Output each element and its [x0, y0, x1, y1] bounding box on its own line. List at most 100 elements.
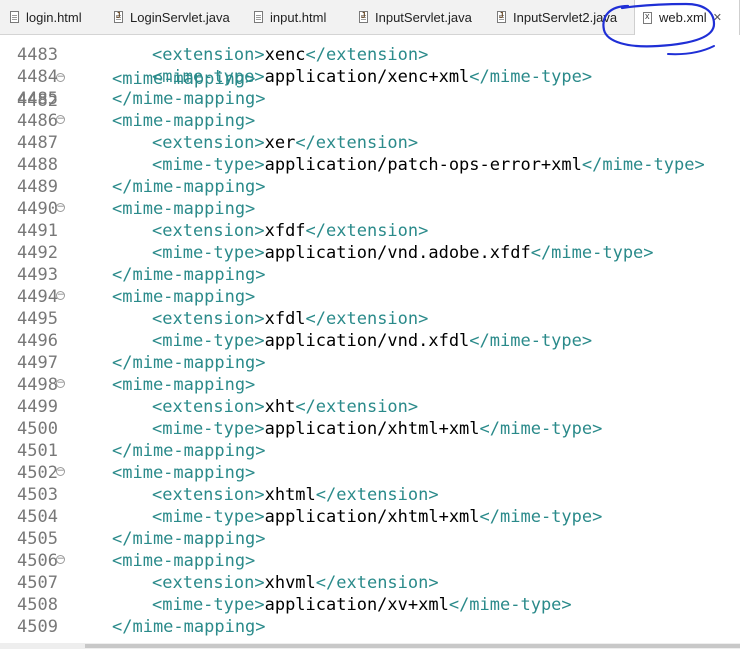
xml-open-tag: <mime-type> [152, 419, 265, 439]
code-content: </mime-mapping> [112, 440, 266, 462]
code-content: <mime-type>application/vnd.adobe.xfdf</m… [152, 242, 654, 264]
tab-web-xml[interactable]: web.xml ✕ [634, 0, 740, 35]
line-number: 4485 [17, 89, 58, 109]
line-gutter: 4495 [0, 308, 72, 330]
code-line: 4494− <mime-mapping> [0, 286, 740, 308]
xml-open-tag: <extension> [152, 573, 265, 593]
xml-open-tag: </mime-mapping> [112, 441, 266, 461]
html-file-icon [254, 11, 263, 23]
line-gutter: 4504 [0, 506, 72, 528]
xml-open-tag: <extension> [152, 485, 265, 505]
line-gutter: 4496 [0, 330, 72, 352]
line-gutter: 4492 [0, 242, 72, 264]
line-gutter: 4502− [0, 462, 72, 484]
close-icon[interactable]: ✕ [713, 11, 722, 24]
line-gutter: 4501 [0, 440, 72, 462]
code-line: 4508 <mime-type>application/xv+xml</mime-… [0, 594, 740, 616]
line-number: 4486 [17, 111, 58, 131]
xml-close-tag: </extension> [295, 133, 419, 153]
tab-input-html[interactable]: input.html [254, 0, 354, 34]
xml-close-tag: </mime-type> [479, 419, 603, 439]
code-editor[interactable]: 4482 − <mime-mapping> 4483 <extension>xen… [0, 35, 740, 643]
line-number: 4495 [17, 309, 58, 329]
line-gutter: 4494− [0, 286, 72, 308]
xml-open-tag: <mime-type> [152, 507, 265, 527]
xml-open-tag: <mime-mapping> [112, 111, 256, 131]
code-line: 4499 <extension>xht</extension> [0, 396, 740, 418]
code-content: <extension>xfdf</extension> [152, 220, 428, 242]
xml-open-tag: <mime-mapping> [112, 287, 256, 307]
tab-inputservlet2-java[interactable]: InputServlet2.java [497, 0, 632, 34]
tab-label: InputServlet.java [375, 9, 472, 25]
xml-open-tag: </mime-mapping> [112, 353, 266, 373]
xml-open-tag: <mime-mapping> [112, 199, 256, 219]
xml-close-tag: </extension> [305, 221, 429, 241]
code-line: 4498− <mime-mapping> [0, 374, 740, 396]
line-number: 4494 [17, 287, 58, 307]
line-gutter: 4493 [0, 264, 72, 286]
xml-open-tag: <mime-type> [152, 595, 265, 615]
code-content: <extension>xenc</extension> [152, 44, 428, 66]
code-line: 4491 <extension>xfdf</extension> [0, 220, 740, 242]
fold-toggle-icon[interactable]: − [56, 555, 65, 564]
line-gutter: 4508 [0, 594, 72, 616]
code-line: 4489 </mime-mapping> [0, 176, 740, 198]
horizontal-scrollbar[interactable] [0, 643, 740, 649]
fold-toggle-icon[interactable]: − [56, 291, 65, 300]
code-content: </mime-mapping> [112, 88, 266, 110]
xml-close-tag: </extension> [295, 397, 419, 417]
fold-toggle-icon[interactable]: − [56, 203, 65, 212]
code-line: 4504 <mime-type>application/xhtml+xml</mi… [0, 506, 740, 528]
code-content: </mime-mapping> [112, 352, 266, 374]
tab-loginservlet-java[interactable]: LoginServlet.java [114, 0, 249, 34]
fold-toggle-icon[interactable]: − [56, 467, 65, 476]
html-file-icon [10, 11, 19, 23]
line-gutter: 4500 [0, 418, 72, 440]
xml-open-tag: </mime-mapping> [112, 617, 266, 637]
line-gutter: 4491 [0, 220, 72, 242]
xml-close-tag: </mime-type> [581, 155, 705, 175]
code-content: <mime-mapping> [112, 462, 255, 484]
xml-text-value: xhvml [264, 573, 316, 593]
xml-open-tag: <extension> [152, 397, 265, 417]
line-number: 4506 [17, 551, 58, 571]
line-number: 4503 [17, 485, 58, 505]
xml-open-tag: </mime-mapping> [112, 529, 266, 549]
line-gutter: 4506− [0, 550, 72, 572]
code-line: 4496 <mime-type>application/vnd.xfdl</mim… [0, 330, 740, 352]
code-content: <mime-type>application/patch-ops-error+x… [152, 154, 705, 176]
tab-login-html[interactable]: login.html [10, 0, 110, 34]
code-content: </mime-mapping> [112, 616, 266, 638]
code-content: <extension>xer</extension> [152, 132, 418, 154]
code-line: 4493 </mime-mapping> [0, 264, 740, 286]
line-number: 4491 [17, 221, 58, 241]
line-gutter: 4489 [0, 176, 72, 198]
code-content: </mime-mapping> [112, 176, 266, 198]
xml-open-tag: <mime-type> [152, 67, 265, 87]
xml-open-tag: <extension> [152, 45, 265, 65]
line-number: 4502 [17, 463, 58, 483]
code-content: <mime-type>application/vnd.xfdl</mime-ty… [152, 330, 592, 352]
code-content: </mime-mapping> [112, 528, 266, 550]
scrollbar-thumb[interactable] [85, 644, 740, 648]
fold-toggle-icon[interactable]: − [56, 115, 65, 124]
xml-file-icon [643, 11, 652, 24]
tab-label: login.html [26, 9, 82, 25]
code-line: 4487 <extension>xer</extension> [0, 132, 740, 154]
xml-text-value: xhtml [264, 485, 316, 505]
line-gutter: 4509 [0, 616, 72, 638]
line-gutter: 4503 [0, 484, 72, 506]
line-number: 4499 [17, 397, 58, 417]
fold-toggle-icon[interactable]: − [56, 379, 65, 388]
xml-text-value: xfdf [264, 221, 306, 241]
xml-open-tag: <extension> [152, 221, 265, 241]
line-number: 4498 [17, 375, 58, 395]
line-gutter: 4487 [0, 132, 72, 154]
code-content: <mime-mapping> [112, 374, 255, 396]
code-line: 4495 <extension>xfdl</extension> [0, 308, 740, 330]
code-content: <extension>xhtml</extension> [152, 484, 439, 506]
tab-inputservlet-java[interactable]: InputServlet.java [359, 0, 489, 34]
xml-text-value: xenc [264, 45, 306, 65]
xml-close-tag: </mime-type> [479, 507, 603, 527]
xml-open-tag: <mime-mapping> [112, 375, 256, 395]
